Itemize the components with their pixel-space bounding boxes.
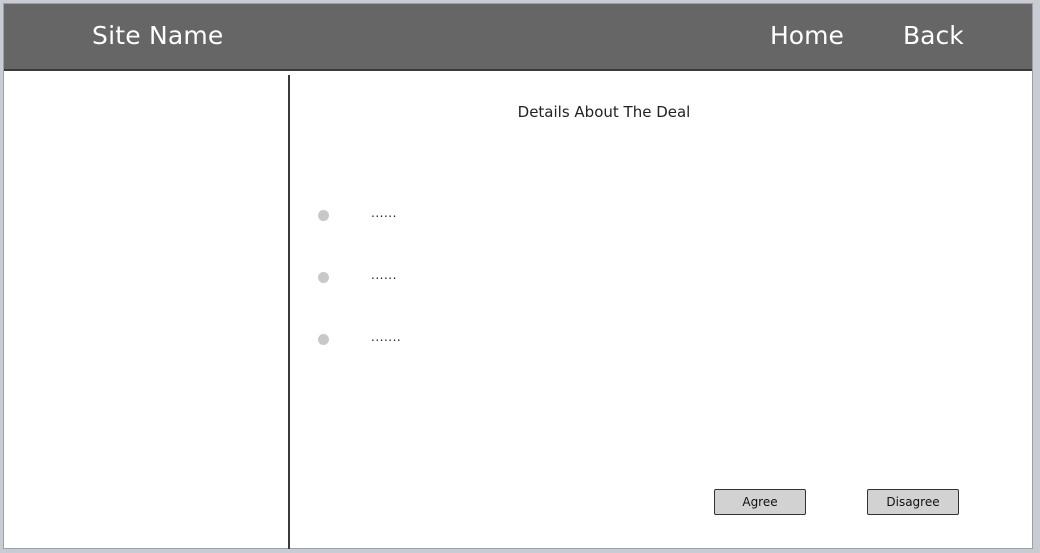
list-item: ...... [318, 268, 518, 288]
top-header: Site Name Home Back [4, 4, 1032, 71]
sidebar [4, 73, 288, 549]
agree-button[interactable]: Agree [714, 489, 806, 515]
list-item-text: ...... [371, 268, 397, 282]
list-item: ....... [318, 330, 518, 350]
bullet-dot-icon [318, 272, 329, 283]
nav-home-link[interactable]: Home [770, 21, 844, 50]
list-item-text: ....... [371, 330, 402, 344]
bullet-dot-icon [318, 334, 329, 345]
bullet-dot-icon [318, 210, 329, 221]
list-item: ...... [318, 206, 518, 226]
nav-back-link[interactable]: Back [903, 21, 964, 50]
page-title: Details About The Deal [517, 103, 691, 121]
app-window: Site Name Home Back Details About The De… [3, 3, 1033, 549]
main-content: Details About The Deal ...... ...... ...… [290, 73, 1032, 549]
site-name: Site Name [92, 21, 224, 50]
disagree-button[interactable]: Disagree [867, 489, 959, 515]
list-item-text: ...... [371, 206, 397, 220]
